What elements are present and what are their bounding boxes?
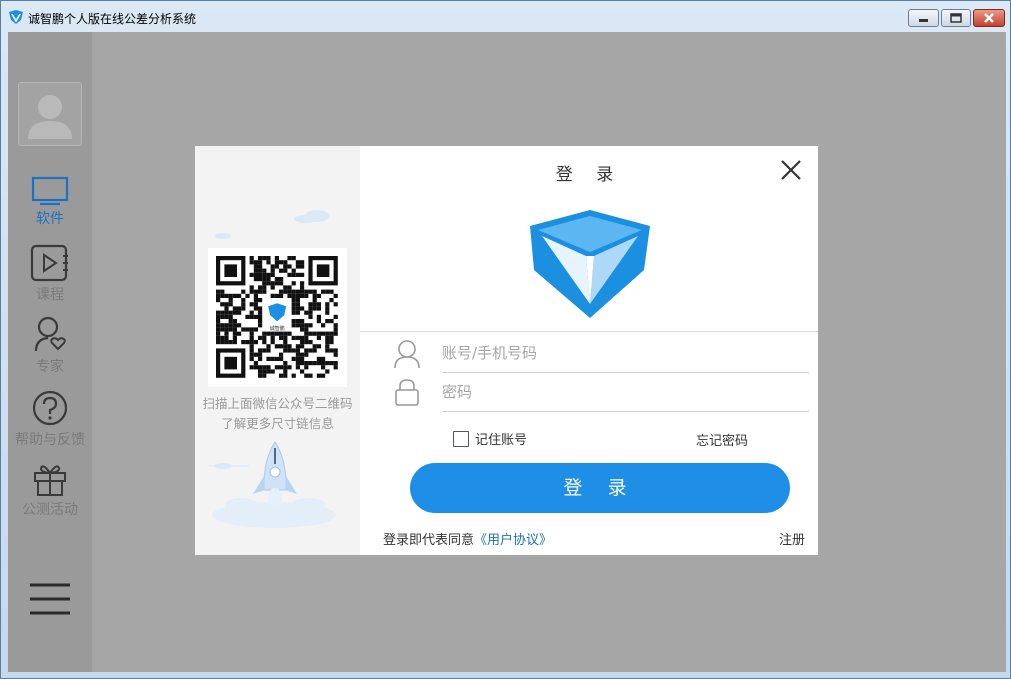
window-bottom-border xyxy=(8,672,1006,678)
user-silhouette-icon xyxy=(28,95,72,139)
monitor-icon xyxy=(31,176,69,206)
app-logo-icon xyxy=(9,10,23,24)
cloud-illustration xyxy=(294,210,329,223)
maximize-icon xyxy=(950,13,962,23)
gift-icon xyxy=(34,465,66,496)
remember-account-label: 记住账号 xyxy=(475,433,528,448)
cloud-illustration xyxy=(215,233,231,239)
login-dialog: 登 录 记住账号 xyxy=(360,146,818,555)
account-input[interactable] xyxy=(442,334,809,373)
close-window-button[interactable] xyxy=(973,9,1005,27)
divider xyxy=(360,331,818,332)
rocket-illustration xyxy=(209,441,336,528)
qr-center-label: 诚智鹏 xyxy=(270,325,285,332)
sidebar-item-label: 公测活动 xyxy=(22,502,78,518)
remember-account-checkbox[interactable]: 记住账号 xyxy=(453,429,527,448)
video-play-icon xyxy=(30,244,68,282)
agreement-text: 登录即代表同意《用户协议》 xyxy=(383,529,552,548)
wechat-qr-code: 诚智鹏 xyxy=(208,248,347,387)
minimize-icon xyxy=(919,19,928,22)
person-heart-icon xyxy=(34,316,66,352)
sidebar-item-software[interactable]: 软件 xyxy=(8,176,92,228)
title-bar[interactable]: 诚智鹏个人版在线公差分析系统 xyxy=(1,1,1010,31)
app-window: 诚智鹏个人版在线公差分析系统 软件 课程 专家 帮助与反馈 公测活动 诚智鹏 扫… xyxy=(0,0,1011,679)
qr-caption-line2: 了解更多尺寸链信息 xyxy=(221,416,334,431)
sidebar-item-expert[interactable]: 专家 xyxy=(8,316,92,376)
password-input[interactable] xyxy=(442,373,809,412)
qr-center-logo-icon xyxy=(268,303,287,322)
checkbox-box[interactable] xyxy=(453,431,469,447)
brand-logo-icon xyxy=(530,210,650,318)
sidebar-item-label: 软件 xyxy=(36,211,64,227)
lock-icon xyxy=(395,379,419,406)
user-icon xyxy=(394,340,420,369)
close-icon xyxy=(984,13,994,23)
minimize-button[interactable] xyxy=(908,9,939,27)
agreement-prefix: 登录即代表同意 xyxy=(383,533,475,548)
sidebar-item-help[interactable]: 帮助与反馈 xyxy=(8,389,92,449)
help-circle-icon xyxy=(32,390,68,426)
hamburger-menu-icon[interactable] xyxy=(28,582,72,616)
window-title: 诚智鹏个人版在线公差分析系统 xyxy=(28,12,197,26)
sidebar-item-beta-activity[interactable]: 公测活动 xyxy=(8,461,92,519)
user-agreement-link[interactable]: 《用户协议》 xyxy=(474,533,552,548)
sidebar: 软件 课程 专家 帮助与反馈 公测活动 xyxy=(8,32,92,672)
login-button[interactable]: 登 录 xyxy=(410,463,790,513)
qr-code-image: 诚智鹏 xyxy=(216,256,338,378)
register-link[interactable]: 注册 xyxy=(779,529,805,548)
main-area: 软件 课程 专家 帮助与反馈 公测活动 诚智鹏 扫描上面微信公众号二维码 了解更… xyxy=(8,32,1006,672)
sidebar-item-label: 帮助与反馈 xyxy=(15,432,85,448)
qr-caption-line1: 扫描上面微信公众号二维码 xyxy=(202,396,353,411)
sidebar-item-label: 课程 xyxy=(36,287,64,303)
sidebar-item-course[interactable]: 课程 xyxy=(8,244,92,304)
sidebar-item-label: 专家 xyxy=(36,359,64,375)
forgot-password-link[interactable]: 忘记密码 xyxy=(696,430,748,449)
close-dialog-icon[interactable] xyxy=(779,158,803,182)
avatar[interactable] xyxy=(18,82,82,146)
login-title: 登 录 xyxy=(555,165,623,185)
maximize-button[interactable] xyxy=(941,9,971,27)
wechat-qr-panel: 诚智鹏 扫描上面微信公众号二维码 了解更多尺寸链信息 xyxy=(195,146,360,555)
